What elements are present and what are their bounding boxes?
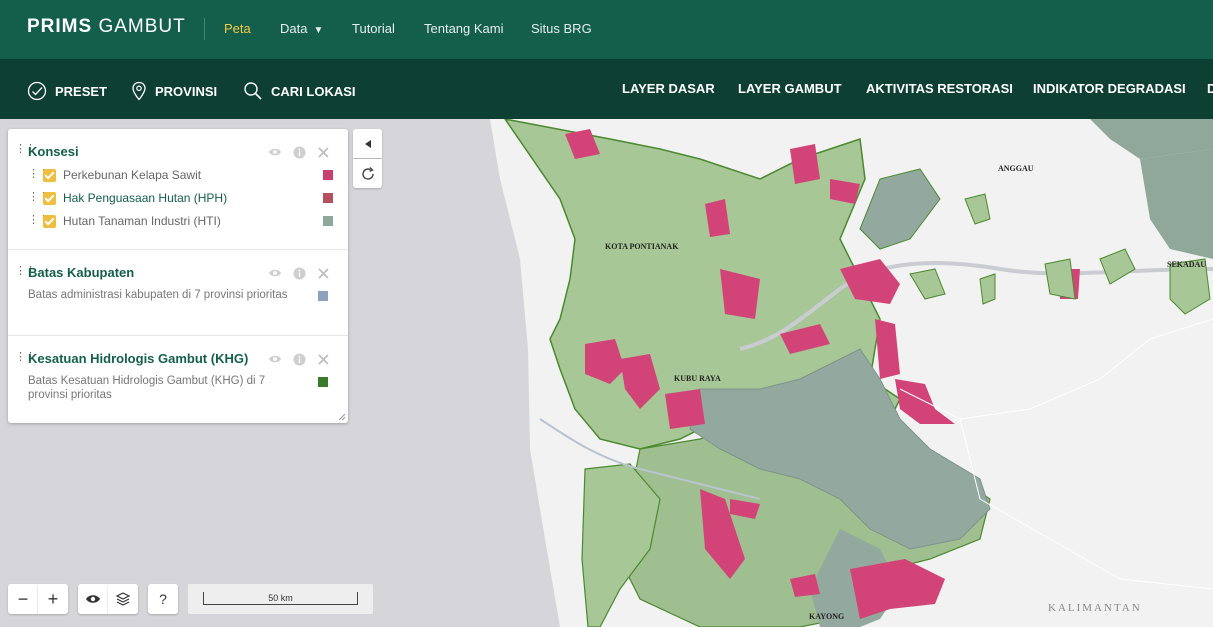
more-menu-button[interactable]: D: [1207, 81, 1213, 96]
nav-tentang-kami[interactable]: Tentang Kami: [424, 21, 504, 36]
map-label-pontianak: KOTA PONTIANAK: [605, 242, 679, 251]
zoom-in-button[interactable]: +: [38, 584, 68, 614]
hti-color-swatch: [323, 216, 333, 226]
aktivitas-restorasi-button[interactable]: AKTIVITAS RESTORASI: [866, 81, 1013, 96]
nav-data[interactable]: Data ▼: [280, 21, 323, 36]
nav-tutorial[interactable]: Tutorial: [352, 21, 395, 36]
map-label-sekadau: SEKADAU: [1167, 260, 1207, 269]
layer-row-hti[interactable]: ⋮⋮ Hutan Tanaman Industri (HTI): [28, 212, 333, 230]
eye-icon[interactable]: [268, 352, 282, 366]
sawit-checkbox[interactable]: [43, 168, 56, 182]
resize-handle-icon[interactable]: [338, 413, 346, 421]
provinsi-button[interactable]: PROVINSI: [131, 81, 217, 101]
hph-label: Hak Penguasaan Hutan (HPH): [63, 191, 228, 205]
cari-lokasi-button[interactable]: CARI LOKASI: [243, 81, 356, 101]
map-label-kayong: KAYONG: [809, 612, 845, 621]
hph-color-swatch: [323, 193, 333, 203]
batas-kabupaten-description: Batas administrasi kabupaten di 7 provin…: [28, 289, 288, 301]
zoom-out-button[interactable]: −: [8, 584, 38, 614]
top-navbar: PRIMS GAMBUT Peta Data ▼ Tutorial Tentang…: [0, 0, 1213, 59]
eye-icon[interactable]: [268, 266, 282, 280]
scale-bar: 50 km: [188, 584, 373, 614]
khg-color-swatch: [318, 377, 328, 387]
layers-icon: [115, 592, 131, 606]
layer-row-sawit[interactable]: ⋮⋮ Perkebunan Kelapa Sawit: [28, 166, 333, 184]
caret-down-icon: ▼: [313, 25, 324, 36]
hti-label: Hutan Tanaman Industri (HTI): [63, 214, 221, 228]
map-pin-icon: [132, 81, 146, 101]
eye-icon[interactable]: [268, 145, 282, 159]
batas-kabupaten-color-swatch: [318, 291, 328, 301]
khg-section: ⋮⋮ Kesatuan Hidrologis Gambut (KHG) Bata…: [8, 336, 348, 423]
info-icon[interactable]: [292, 352, 306, 366]
refresh-icon: [361, 166, 374, 180]
map-toolbar: PRESET PROVINSI CARI LOKASI LAYER DASAR …: [0, 59, 1213, 119]
hti-checkbox[interactable]: [43, 214, 56, 228]
info-icon[interactable]: [292, 266, 306, 280]
close-icon[interactable]: [316, 145, 330, 159]
konsesi-section: ⋮⋮ Konsesi ⋮⋮ Perkebunan Kelapa Sawit ⋮⋮…: [8, 129, 348, 250]
layer-gambut-button[interactable]: LAYER GAMBUT: [738, 81, 842, 96]
sawit-color-swatch: [323, 170, 333, 180]
eye-icon: [86, 595, 100, 603]
scale-label: 50 km: [268, 593, 293, 603]
konsesi-title: Konsesi: [28, 144, 79, 159]
search-icon: [244, 82, 262, 100]
preset-label: PRESET: [55, 83, 108, 99]
close-icon[interactable]: [316, 266, 330, 280]
cari-lokasi-label: CARI LOKASI: [271, 83, 356, 99]
info-icon[interactable]: [292, 145, 306, 159]
batas-kabupaten-title: Batas Kabupaten: [28, 265, 135, 280]
layer-row-hph[interactable]: ⋮⋮ Hak Penguasaan Hutan (HPH): [28, 189, 333, 207]
nav-divider: [204, 18, 205, 40]
close-icon[interactable]: [316, 352, 330, 366]
collapse-panel-button[interactable]: [353, 129, 382, 158]
layer-panel: ⋮⋮ Konsesi ⋮⋮ Perkebunan Kelapa Sawit ⋮⋮…: [8, 129, 348, 423]
layer-dasar-button[interactable]: LAYER DASAR: [622, 81, 715, 96]
hph-checkbox[interactable]: [43, 191, 56, 205]
visibility-button[interactable]: [78, 584, 108, 614]
nav-situs-brg[interactable]: Situs BRG: [531, 21, 592, 36]
khg-title: Kesatuan Hidrologis Gambut (KHG): [28, 351, 249, 366]
triangle-left-icon: [364, 139, 371, 148]
app-logo[interactable]: PRIMS GAMBUT: [27, 16, 186, 38]
nav-peta[interactable]: Peta: [224, 21, 251, 36]
app-title-bold: PRIMS: [27, 16, 93, 37]
refresh-button[interactable]: [353, 159, 382, 188]
sawit-label: Perkebunan Kelapa Sawit: [63, 168, 202, 182]
layers-button[interactable]: [108, 584, 138, 614]
help-button[interactable]: ?: [148, 584, 178, 614]
map-label-kubu-raya: KUBU RAYA: [674, 374, 721, 383]
provinsi-label: PROVINSI: [155, 83, 218, 99]
app-title-light: GAMBUT: [98, 16, 186, 37]
batas-kabupaten-section: ⋮⋮ Batas Kabupaten Batas administrasi ka…: [8, 250, 348, 336]
preset-button[interactable]: PRESET: [27, 81, 107, 101]
map-label-anggau: ANGGAU: [998, 164, 1034, 173]
indikator-degradasi-button[interactable]: INDIKATOR DEGRADASI: [1033, 81, 1186, 96]
map-label-kalimantan: KALIMANTAN: [1048, 602, 1142, 614]
check-circle-icon: [27, 81, 47, 101]
nav-data-label: Data: [280, 21, 308, 36]
khg-description: Batas Kesatuan Hidrologis Gambut (KHG) d…: [28, 375, 266, 401]
